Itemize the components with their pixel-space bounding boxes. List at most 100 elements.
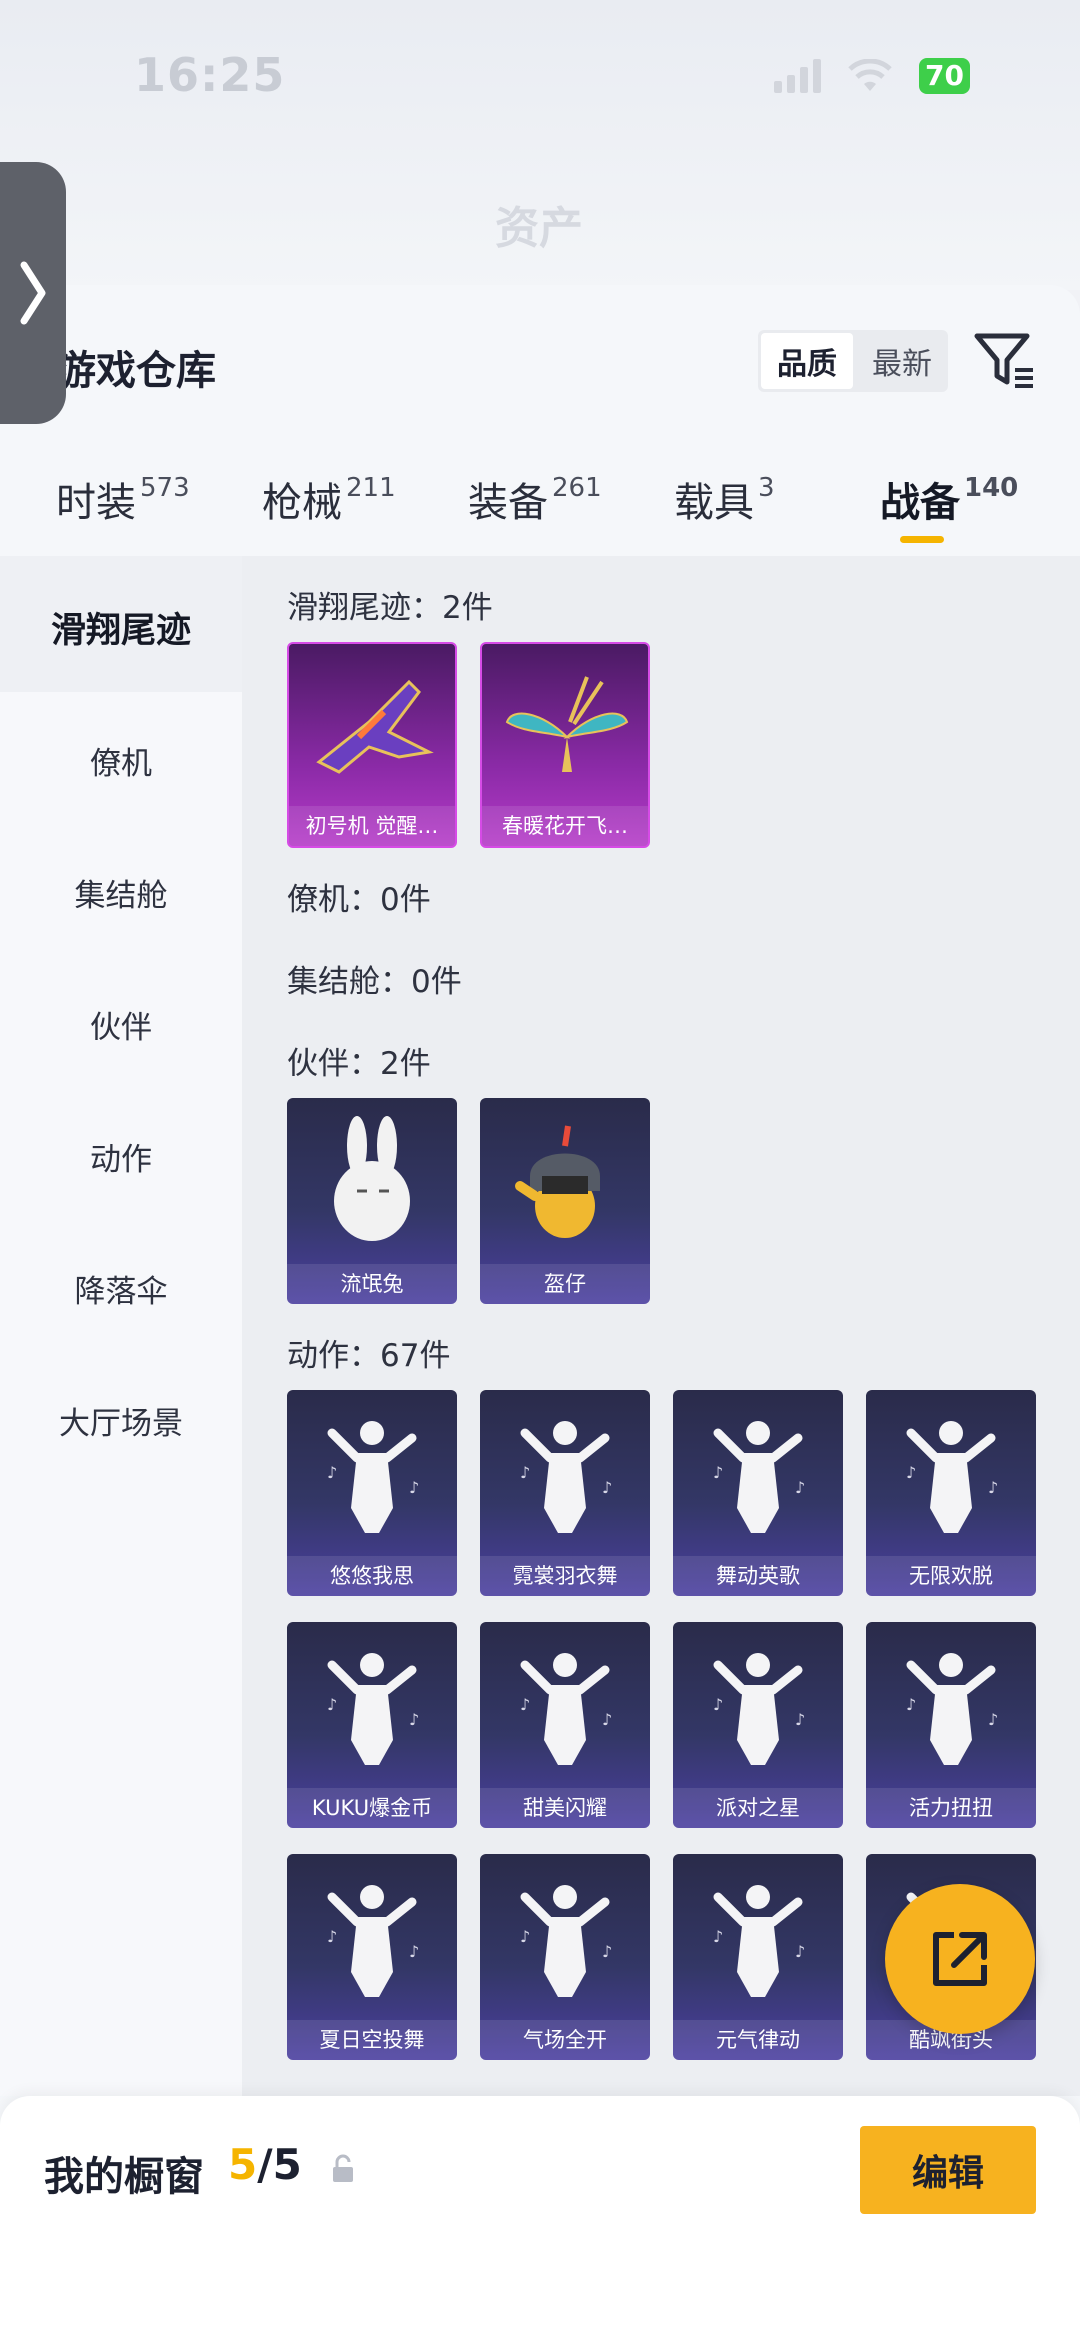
item-name: 夏日空投舞 (287, 2020, 457, 2060)
category-emote[interactable]: 动作 (0, 1134, 242, 1179)
item-name: 甜美闪耀 (480, 1788, 650, 1828)
status-icons: 70 (774, 58, 970, 94)
emote-card[interactable]: ♪ ♪ 无限欢脱 (866, 1390, 1036, 1596)
helmet-chick-icon (515, 1125, 600, 1238)
svg-text:♪: ♪ (520, 1927, 530, 1946)
item-card[interactable]: 初号机 觉醒… (287, 642, 457, 848)
signal-icon (774, 59, 822, 93)
item-name: 春暖花开飞… (482, 806, 648, 846)
butterfly-trail-icon (505, 676, 629, 772)
svg-text:♪: ♪ (906, 1695, 916, 1714)
dancer-icon: ♪♪ (520, 1653, 612, 1765)
sort-quality-button[interactable]: 品质 (761, 333, 853, 389)
svg-text:♪: ♪ (327, 1927, 337, 1946)
category-wingman[interactable]: 僚机 (0, 738, 242, 783)
status-time: 16:25 (134, 48, 286, 102)
item-name: 悠悠我思 (287, 1556, 457, 1596)
emote-card[interactable]: ♪ ♪ 舞动英歌 (673, 1390, 843, 1596)
category-capsule[interactable]: 集结舱 (0, 870, 242, 915)
chevron-right-icon (20, 261, 46, 325)
emote-card[interactable]: ♪ ♪ KUKU爆金币 (287, 1622, 457, 1828)
item-name: 初号机 觉醒… (289, 806, 455, 846)
svg-text:♪: ♪ (520, 1463, 530, 1482)
svg-text:♪: ♪ (409, 1478, 419, 1497)
rabbit-icon (334, 1116, 410, 1241)
top-status-area: 16:25 70 资产 (0, 0, 1080, 290)
emote-card[interactable]: ♪ ♪ 活力扭扭 (866, 1622, 1036, 1828)
svg-text:♪: ♪ (327, 1695, 337, 1714)
emote-card[interactable]: ♪ ♪ 派对之星 (673, 1622, 843, 1828)
share-fab[interactable] (885, 1884, 1035, 2034)
dancer-icon: ♪♪ (520, 1421, 612, 1533)
lock-icon (330, 2154, 356, 2184)
tab-battle-gear[interactable]: 战备 140 (880, 470, 1018, 528)
item-card[interactable]: 流氓兔 (287, 1098, 457, 1304)
section-label-capsule: 集结舱：0件 (287, 964, 462, 1000)
edit-button[interactable]: 编辑 (860, 2126, 1036, 2214)
item-name: 盔仔 (480, 1264, 650, 1304)
item-card[interactable]: 盔仔 (480, 1098, 650, 1304)
section-label-trails: 滑翔尾迹：2件 (287, 590, 493, 626)
item-name: 活力扭扭 (866, 1788, 1036, 1828)
section-label-companion: 伙伴：2件 (287, 1046, 431, 1082)
svg-text:♪: ♪ (795, 1942, 805, 1961)
filter-icon[interactable] (973, 330, 1035, 390)
item-name: 元气律动 (673, 2020, 843, 2060)
svg-text:♪: ♪ (520, 1695, 530, 1714)
item-card[interactable]: 春暖花开飞… (480, 642, 650, 848)
item-name: 流氓兔 (287, 1264, 457, 1304)
emote-card[interactable]: ♪ ♪ 元气律动 (673, 1854, 843, 2060)
tab-weapons[interactable]: 枪械 211 (262, 470, 396, 528)
dancer-icon: ♪♪ (906, 1421, 998, 1533)
tab-fashion[interactable]: 时装 573 (56, 470, 190, 528)
item-name: 气场全开 (480, 2020, 650, 2060)
dancer-icon: ♪♪ (713, 1421, 805, 1533)
page-title: 游戏仓库 (56, 348, 216, 394)
dancer-icon: ♪♪ (520, 1885, 612, 1997)
svg-text:♪: ♪ (713, 1927, 723, 1946)
external-link-icon (933, 1932, 987, 1986)
emote-card[interactable]: ♪ ♪ 悠悠我思 (287, 1390, 457, 1596)
svg-text:♪: ♪ (602, 1942, 612, 1961)
jet-trail-icon (316, 679, 434, 774)
dancer-icon: ♪♪ (327, 1421, 419, 1533)
category-glide-trail[interactable]: 滑翔尾迹 (0, 602, 242, 653)
svg-text:♪: ♪ (409, 1942, 419, 1961)
wifi-icon (847, 58, 893, 93)
side-expand-tab[interactable] (0, 162, 66, 424)
svg-text:♪: ♪ (713, 1695, 723, 1714)
dancer-icon: ♪♪ (327, 1653, 419, 1765)
item-name: 舞动英歌 (673, 1556, 843, 1596)
emote-card[interactable]: ♪ ♪ 霓裳羽衣舞 (480, 1390, 650, 1596)
tab-vehicles[interactable]: 载具 3 (674, 470, 775, 528)
category-lobby-scene[interactable]: 大厅场景 (0, 1398, 242, 1443)
sort-toggle[interactable]: 品质 最新 (758, 330, 948, 392)
showcase-count: 5/5 (228, 2140, 302, 2189)
item-name: KUKU爆金币 (287, 1788, 457, 1828)
category-companion[interactable]: 伙伴 (0, 1002, 242, 1047)
tab-equipment[interactable]: 装备 261 (468, 470, 602, 528)
emote-card[interactable]: ♪ ♪ 夏日空投舞 (287, 1854, 457, 2060)
section-label-wingman: 僚机：0件 (287, 882, 431, 918)
item-name: 无限欢脱 (866, 1556, 1036, 1596)
svg-text:♪: ♪ (409, 1710, 419, 1729)
svg-text:♪: ♪ (795, 1710, 805, 1729)
dancer-icon: ♪♪ (713, 1885, 805, 1997)
item-name: 派对之星 (673, 1788, 843, 1828)
category-sidebar (0, 556, 242, 2096)
svg-text:♪: ♪ (602, 1478, 612, 1497)
showcase-label: 我的橱窗 (44, 2154, 204, 2200)
blurred-page-title: 资产 (495, 203, 583, 254)
svg-text:♪: ♪ (906, 1463, 916, 1482)
dancer-icon: ♪♪ (327, 1885, 419, 1997)
svg-text:♪: ♪ (602, 1710, 612, 1729)
category-parachute[interactable]: 降落伞 (0, 1266, 242, 1311)
item-name: 霓裳羽衣舞 (480, 1556, 650, 1596)
sort-newest-button[interactable]: 最新 (856, 330, 948, 392)
emote-card[interactable]: ♪ ♪ 甜美闪耀 (480, 1622, 650, 1828)
dancer-icon: ♪♪ (906, 1653, 998, 1765)
emote-card[interactable]: ♪ ♪ 气场全开 (480, 1854, 650, 2060)
svg-text:♪: ♪ (988, 1710, 998, 1729)
svg-text:♪: ♪ (988, 1478, 998, 1497)
active-tab-indicator (900, 536, 944, 543)
